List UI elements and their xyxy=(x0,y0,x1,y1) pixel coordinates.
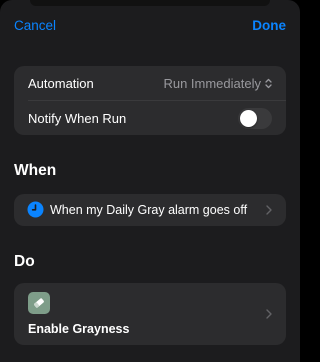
toggle-knob xyxy=(240,110,257,127)
cancel-button[interactable]: Cancel xyxy=(14,17,56,35)
automation-value[interactable]: Run Immediately xyxy=(163,76,272,91)
do-section-title: Do xyxy=(14,253,35,270)
settings-card: Automation Run Immediately Notify When R… xyxy=(14,66,286,135)
action-label: Enable Grayness xyxy=(28,322,130,336)
automation-row[interactable]: Automation Run Immediately xyxy=(14,66,286,100)
automation-label: Automation xyxy=(28,75,94,91)
trigger-card[interactable]: When my Daily Gray alarm goes off xyxy=(14,194,286,226)
sheet-top-edge xyxy=(30,0,270,6)
automation-sheet: Cancel Done Automation Run Immediately N… xyxy=(0,0,300,362)
trigger-label: When my Daily Gray alarm goes off xyxy=(50,203,248,217)
up-down-chevron-icon xyxy=(265,78,272,88)
automation-value-text: Run Immediately xyxy=(163,75,261,91)
notify-label: Notify When Run xyxy=(28,110,127,126)
notify-toggle[interactable] xyxy=(238,108,272,129)
chevron-right-icon xyxy=(266,205,272,215)
chevron-right-icon xyxy=(266,309,272,319)
done-button[interactable]: Done xyxy=(252,17,286,35)
clock-icon xyxy=(27,201,44,218)
notify-row: Notify When Run xyxy=(14,101,286,135)
when-section-title: When xyxy=(14,162,57,179)
eraser-icon xyxy=(28,292,50,314)
action-card[interactable]: Enable Grayness xyxy=(14,283,286,345)
